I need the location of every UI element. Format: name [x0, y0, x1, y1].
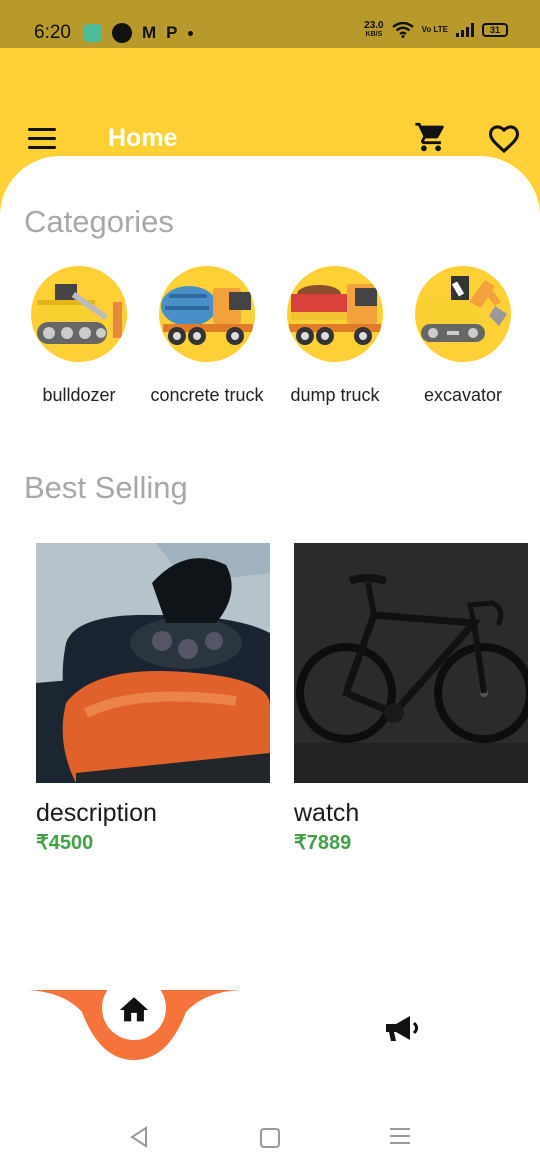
megaphone-icon[interactable] — [384, 1014, 424, 1044]
product-name: watch — [294, 799, 360, 827]
system-navigation-bar — [0, 1110, 540, 1170]
category-label: bulldozer — [42, 385, 116, 405]
category-label: excavator — [423, 385, 503, 405]
dump-truck-icon — [289, 284, 381, 345]
hamburger-menu-icon[interactable] — [28, 128, 56, 150]
category-circle — [415, 266, 511, 362]
battery-level: 31 — [489, 25, 500, 35]
best-selling-heading: Best Selling — [24, 470, 188, 505]
product-list: description ₹4500 watch ₹7889 — [36, 543, 540, 863]
heart-outline-icon[interactable] — [486, 122, 522, 156]
network-speed: 23.0 KB/S — [364, 21, 383, 39]
product-image[interactable] — [294, 543, 528, 783]
home-icon[interactable] — [116, 993, 152, 1027]
network-speed-unit: KB/S — [365, 31, 383, 38]
bottom-navigation — [0, 980, 540, 1070]
page-title: Home — [108, 124, 178, 152]
shopping-cart-icon[interactable] — [414, 120, 448, 154]
product-image[interactable] — [36, 543, 270, 783]
system-status-icons: 23.0 KB/S Vo LTE 31 — [364, 21, 508, 39]
black-road-bicycle-photo — [294, 543, 528, 783]
status-bar: 6:20 M P 23.0 KB/S Vo LTE 31 — [0, 0, 540, 48]
chat-bubble-icon — [112, 23, 132, 43]
category-item-excavator[interactable]: excavator — [404, 266, 522, 406]
status-time: 6:20 — [34, 22, 71, 43]
wifi-icon — [391, 22, 414, 38]
category-item-concrete-truck[interactable]: concrete truck — [148, 266, 266, 406]
bulldozer-icon — [37, 284, 122, 344]
messages-app-icon — [84, 24, 102, 42]
category-list: bulldozer concrete truck dump truck exca… — [20, 266, 530, 436]
category-label: dump truck — [290, 385, 380, 405]
product-price: ₹4500 — [36, 832, 94, 854]
orange-motorcycle-tank-photo — [36, 543, 270, 783]
battery-icon: 31 — [482, 23, 508, 37]
gmail-icon: M — [142, 23, 157, 42]
product-card[interactable]: watch ₹7889 — [294, 543, 528, 855]
cellular-signal-icon — [456, 23, 474, 37]
notification-icons: M P — [84, 23, 193, 43]
recents-menu-icon[interactable] — [390, 1128, 410, 1148]
product-price: ₹7889 — [294, 832, 352, 854]
category-circle — [159, 266, 255, 362]
category-circle — [287, 266, 383, 362]
home-square-icon[interactable] — [260, 1128, 280, 1148]
category-label: concrete truck — [150, 385, 264, 405]
category-item-dump-truck[interactable]: dump truck — [276, 266, 394, 406]
excavator-icon — [421, 276, 507, 342]
category-item-bulldozer[interactable]: bulldozer — [20, 266, 138, 406]
product-card[interactable]: description ₹4500 — [36, 543, 270, 855]
category-circle — [31, 266, 127, 362]
categories-heading: Categories — [24, 204, 174, 239]
concrete-truck-icon — [161, 286, 253, 345]
network-speed-value: 23.0 — [364, 20, 384, 31]
product-name: description — [36, 799, 157, 827]
paytm-icon: P — [166, 23, 178, 42]
volte-indicator: Vo LTE — [421, 25, 448, 34]
back-icon[interactable] — [128, 1126, 150, 1148]
more-notifications-dot-icon — [187, 30, 193, 36]
